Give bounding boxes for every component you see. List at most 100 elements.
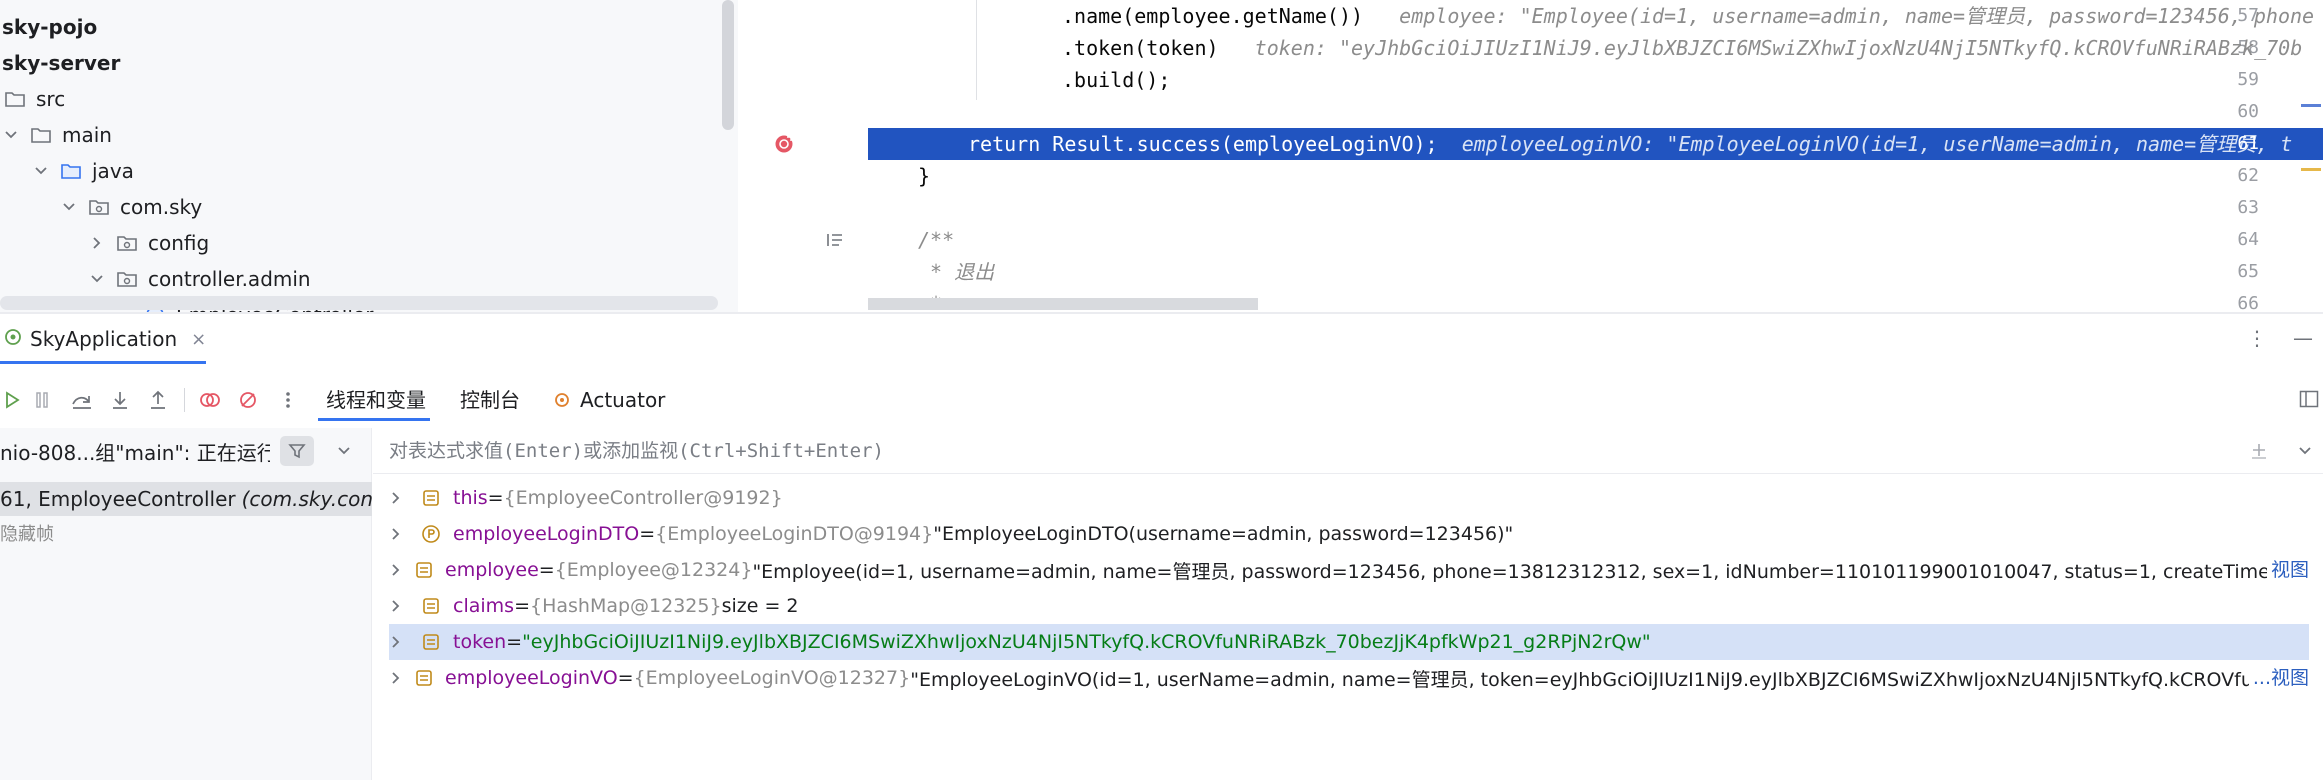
evaluate-expression-bar xyxy=(373,428,2323,474)
code-line[interactable]: .name(employee.getName()) employee: "Emp… xyxy=(868,0,2314,32)
tree-item-com-sky[interactable]: com.sky xyxy=(60,190,202,224)
execution-point-line[interactable]: return Result.success(employeeLoginVO); … xyxy=(868,128,2323,160)
code-line[interactable]: * 退出 xyxy=(868,256,994,288)
line-number: 63 xyxy=(2237,197,2259,218)
view-breakpoints-icon[interactable] xyxy=(198,388,222,412)
tree-item-label: config xyxy=(148,231,210,255)
tree-item-java[interactable]: java xyxy=(32,154,134,188)
line-number: 66 xyxy=(2237,293,2259,312)
step-over-icon[interactable] xyxy=(70,388,94,412)
spring-boot-icon xyxy=(4,328,22,350)
variable-type: {HashMap@12325} xyxy=(529,595,722,617)
tree-item-controller-admin[interactable]: controller.admin xyxy=(88,262,311,296)
breakpoint-icon[interactable] xyxy=(773,133,795,155)
code-comment: * 退出 xyxy=(918,260,995,284)
tab-threads-and-variables[interactable]: 线程和变量 xyxy=(326,380,426,420)
variables-pane: this = {EmployeeController@9192} employe… xyxy=(373,428,2323,780)
tree-item-main[interactable]: main xyxy=(2,118,112,152)
code-line[interactable]: .build(); xyxy=(868,64,1170,96)
stack-frame[interactable]: 61, EmployeeController (com.sky.control xyxy=(0,482,372,516)
resume-icon[interactable] xyxy=(0,388,24,412)
variable-type: {EmployeeLoginDTO@9194} xyxy=(655,523,934,545)
mute-breakpoints-icon[interactable] xyxy=(236,388,260,412)
code-line[interactable]: /** xyxy=(868,224,954,256)
chevron-down-icon[interactable] xyxy=(60,198,78,216)
chevron-right-icon[interactable] xyxy=(88,234,106,252)
tree-item-sky-server[interactable]: sky-server xyxy=(2,46,120,80)
chevron-down-icon[interactable] xyxy=(2,126,20,144)
tree-scrollbar[interactable] xyxy=(722,0,734,130)
step-into-icon[interactable] xyxy=(108,388,132,412)
variable-name: token xyxy=(453,631,507,653)
chevron-right-icon[interactable] xyxy=(391,491,407,505)
chevron-right-icon[interactable] xyxy=(391,671,401,685)
view-link[interactable]: 视图 xyxy=(2266,552,2309,588)
filter-icon[interactable] xyxy=(280,436,314,466)
error-stripe-marker[interactable] xyxy=(2301,104,2321,107)
variable-row-selected[interactable]: token = "eyJhbGciOiJIUzI1NiJ9.eyJlbXBJZC… xyxy=(389,624,2309,660)
tree-item-label: main xyxy=(62,123,112,147)
chevron-right-icon[interactable] xyxy=(391,527,407,541)
chevron-down-icon[interactable] xyxy=(88,270,106,288)
chevron-down-icon[interactable] xyxy=(2297,440,2313,465)
variable-row[interactable]: employeeLoginVO = {EmployeeLoginVO@12327… xyxy=(389,660,2309,696)
thread-selector[interactable]: nio-808...组"main": 正在运行 xyxy=(0,428,372,474)
chevron-right-icon[interactable] xyxy=(391,563,401,577)
more-options-icon[interactable]: ⋮ xyxy=(2247,326,2267,350)
editor-gutter[interactable] xyxy=(738,0,868,312)
close-icon[interactable]: × xyxy=(191,329,206,350)
inline-debug-value: employee: "Employee(id=1, username=admin… xyxy=(1399,4,2315,28)
chevron-down-icon[interactable] xyxy=(336,440,352,464)
tree-item-label: controller.admin xyxy=(148,267,311,291)
variable-name: claims xyxy=(453,595,515,617)
layout-icon[interactable] xyxy=(2299,390,2319,412)
parameter-icon xyxy=(421,524,441,544)
run-tool-window-header: SkyApplication × ⋮ — xyxy=(0,314,2323,364)
eval-actions xyxy=(2249,440,2313,465)
package-icon xyxy=(116,268,138,290)
frame-location: 61, EmployeeController xyxy=(0,487,236,511)
variable-row[interactable]: claims = {HashMap@12325} size = 2 xyxy=(389,588,2309,624)
tab-sky-application[interactable]: SkyApplication × xyxy=(0,314,206,364)
variable-row[interactable]: employeeLoginDTO = {EmployeeLoginDTO@919… xyxy=(389,516,2309,552)
pause-icon[interactable] xyxy=(30,388,54,412)
code-line[interactable]: return Result.success(employeeLoginVO); … xyxy=(968,128,2292,160)
code-line[interactable]: .token(token) token: "eyJhbGciOiJIUzI1Ni… xyxy=(868,32,2302,64)
code-line[interactable]: } xyxy=(868,160,930,192)
tab-console[interactable]: 控制台 xyxy=(460,380,520,420)
doc-comment-icon[interactable] xyxy=(826,232,844,252)
package-icon xyxy=(116,232,138,254)
package-icon xyxy=(88,196,110,218)
error-stripe-marker[interactable] xyxy=(2301,168,2321,171)
tree-horizontal-scrollbar[interactable] xyxy=(0,296,718,310)
code-text: .token(token) xyxy=(1062,36,1219,60)
view-link[interactable]: ...视图 xyxy=(2248,660,2309,696)
code-editor[interactable]: 57 58 59 60 62 63 64 65 66 .name(employe… xyxy=(738,0,2323,312)
variable-row[interactable]: this = {EmployeeController@9192} xyxy=(389,480,2309,516)
evaluate-expression-input[interactable] xyxy=(389,439,2089,462)
chevron-right-icon[interactable] xyxy=(391,635,407,649)
more-icon[interactable] xyxy=(276,388,300,412)
source-folder-icon xyxy=(60,160,82,182)
variable-row[interactable]: employee = {Employee@12324} "Employee(id… xyxy=(389,552,2309,588)
tab-actuator[interactable]: Actuator xyxy=(552,380,665,420)
tree-item-label: src xyxy=(36,87,66,111)
editor-horizontal-scrollbar[interactable] xyxy=(868,298,1258,310)
variable-value: size = 2 xyxy=(721,595,799,617)
hidden-frames-link[interactable]: 隐藏帧 xyxy=(0,518,54,552)
line-number: 62 xyxy=(2237,165,2259,186)
tree-item-config[interactable]: config xyxy=(88,226,209,260)
chevron-down-icon[interactable] xyxy=(32,162,50,180)
project-tree: sky-pojo sky-server src main java com.sk… xyxy=(0,0,738,312)
add-watch-icon[interactable] xyxy=(2249,440,2269,465)
step-out-icon[interactable] xyxy=(146,388,170,412)
variable-value: "Employee(id=1, username=admin, name=管理员… xyxy=(752,560,2309,583)
chevron-right-icon[interactable] xyxy=(391,599,407,613)
tree-item-sky-pojo[interactable]: sky-pojo xyxy=(2,10,97,44)
tree-item-src[interactable]: src xyxy=(4,82,65,116)
variable-name: this xyxy=(453,487,488,509)
frame-package: (com.sky.control xyxy=(241,487,372,511)
active-tab-indicator xyxy=(0,361,206,364)
minimize-icon[interactable]: — xyxy=(2293,326,2313,350)
variable-type: {Employee@12324} xyxy=(554,559,753,581)
